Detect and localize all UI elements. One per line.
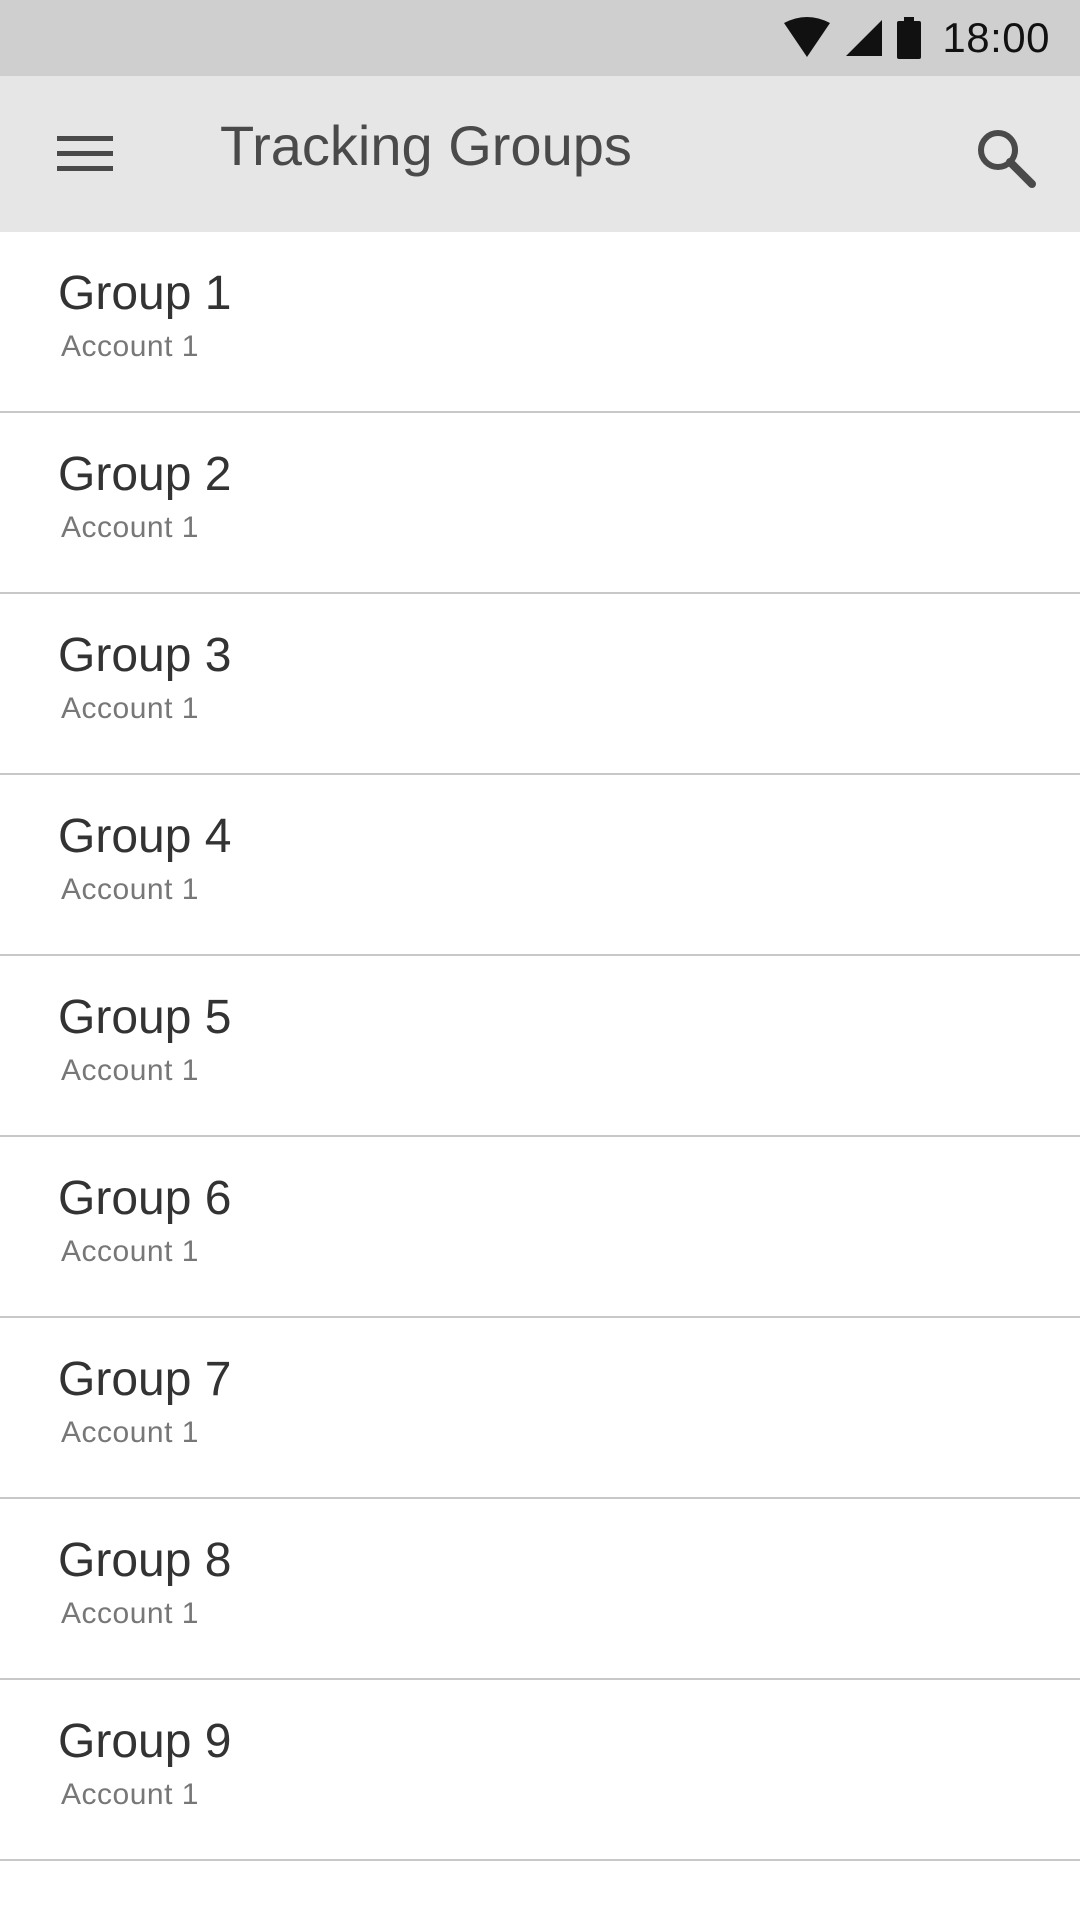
menu-button[interactable] xyxy=(40,114,130,194)
list-item-group-5[interactable]: Group 5 Account 1 xyxy=(0,956,1080,1137)
group-account: Account 1 xyxy=(61,1054,199,1087)
hamburger-menu-icon xyxy=(57,136,113,171)
status-bar: 18:00 xyxy=(0,0,1080,76)
group-account: Account 1 xyxy=(61,1597,199,1630)
signal-icon xyxy=(846,20,883,56)
group-title: Group 7 xyxy=(58,1353,232,1406)
list-item-group-8[interactable]: Group 8 Account 1 xyxy=(0,1499,1080,1680)
group-title: Group 5 xyxy=(58,991,232,1044)
group-title: Group 6 xyxy=(58,1172,232,1225)
group-account: Account 1 xyxy=(61,330,199,363)
search-button[interactable] xyxy=(960,112,1050,202)
status-icons: 18:00 xyxy=(782,10,1050,66)
group-account: Account 1 xyxy=(61,1778,199,1811)
list-item-group-9[interactable]: Group 9 Account 1 xyxy=(0,1680,1080,1861)
list-item-group-7[interactable]: Group 7 Account 1 xyxy=(0,1318,1080,1499)
group-account: Account 1 xyxy=(61,1235,199,1268)
status-time: 18:00 xyxy=(942,14,1050,61)
group-list: Group 1 Account 1 Group 2 Account 1 Grou… xyxy=(0,232,1080,1861)
wifi-icon xyxy=(784,17,831,57)
page-title: Tracking Groups xyxy=(220,114,632,177)
group-title: Group 1 xyxy=(58,267,232,320)
group-title: Group 2 xyxy=(58,448,232,501)
group-title: Group 9 xyxy=(58,1715,232,1768)
list-item-group-6[interactable]: Group 6 Account 1 xyxy=(0,1137,1080,1318)
group-title: Group 8 xyxy=(58,1534,232,1587)
list-item-group-3[interactable]: Group 3 Account 1 xyxy=(0,594,1080,775)
group-title: Group 4 xyxy=(58,810,232,863)
battery-icon xyxy=(897,17,922,59)
list-item-group-1[interactable]: Group 1 Account 1 xyxy=(0,232,1080,413)
list-item-group-4[interactable]: Group 4 Account 1 xyxy=(0,775,1080,956)
group-account: Account 1 xyxy=(61,692,199,725)
group-account: Account 1 xyxy=(61,1416,199,1449)
group-account: Account 1 xyxy=(61,873,199,906)
app-bar: Tracking Groups xyxy=(0,76,1080,232)
search-icon xyxy=(978,130,1036,188)
group-account: Account 1 xyxy=(61,511,199,544)
group-title: Group 3 xyxy=(58,629,232,682)
list-item-group-2[interactable]: Group 2 Account 1 xyxy=(0,413,1080,594)
